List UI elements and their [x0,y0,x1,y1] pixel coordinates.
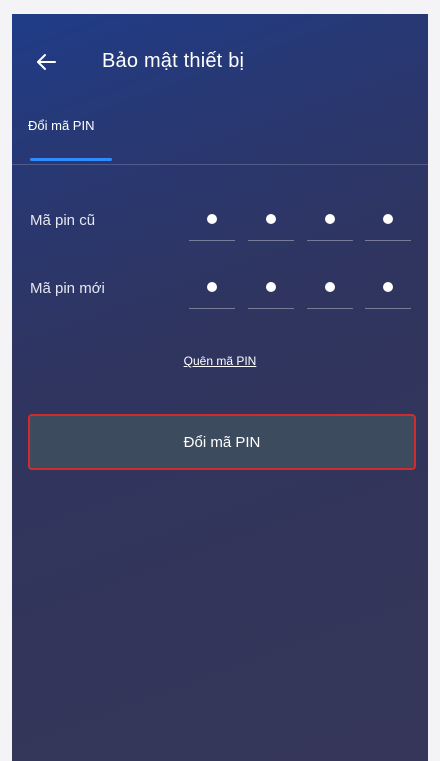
new-pin-digit-3[interactable] [307,270,353,309]
old-pin-digit-2[interactable] [248,202,294,241]
new-pin-digit-1[interactable] [189,270,235,309]
phone-screen: Bảo mật thiết bị Đổi mã PIN Mã pin cũ Mã… [12,14,428,761]
old-pin-row: Mã pin cũ [12,202,428,242]
pin-dot-icon [207,214,217,224]
old-pin-label: Mã pin cũ [30,212,96,229]
pin-dot-icon [266,282,276,292]
arrow-left-icon [37,54,56,70]
forgot-pin-link[interactable]: Quên mã PIN [12,354,428,368]
change-pin-button[interactable]: Đổi mã PIN [28,414,416,470]
app-header: Bảo mật thiết bị [12,14,428,114]
new-pin-row: Mã pin mới [12,270,428,310]
old-pin-digit-3[interactable] [307,202,353,241]
pin-dot-icon [207,282,217,292]
old-pin-digit-4[interactable] [365,202,411,241]
pin-dot-icon [266,214,276,224]
old-pin-digit-1[interactable] [189,202,235,241]
pin-dot-icon [383,282,393,292]
pin-dot-icon [383,214,393,224]
new-pin-digit-2[interactable] [248,270,294,309]
tab-change-pin[interactable]: Đổi mã PIN [28,118,94,133]
new-pin-label: Mã pin mới [30,280,105,297]
pin-dot-icon [325,214,335,224]
page-title: Bảo mật thiết bị [102,50,245,72]
new-pin-digit-4[interactable] [365,270,411,309]
tab-active-indicator [30,158,112,161]
back-button[interactable] [32,48,60,76]
tab-bar: Đổi mã PIN [12,114,428,165]
pin-dot-icon [325,282,335,292]
